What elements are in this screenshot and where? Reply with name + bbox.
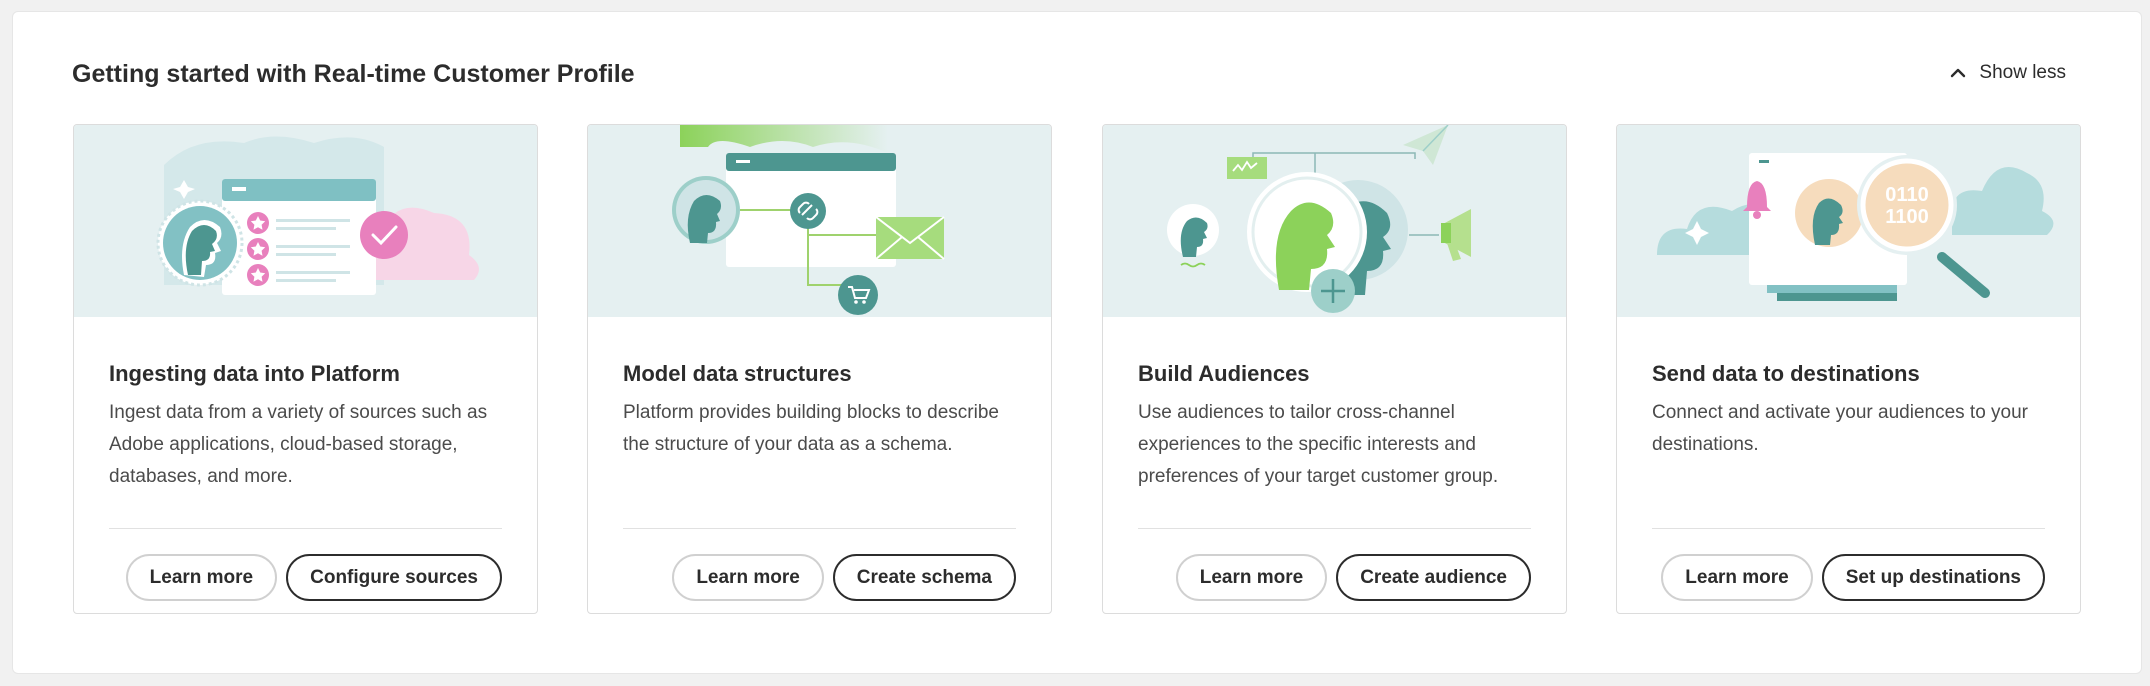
card-divider: [623, 528, 1016, 529]
card-build-audiences: Build Audiences Use audiences to tailor …: [1102, 124, 1567, 614]
card-actions: Learn more Create audience: [1175, 554, 1531, 601]
configure-sources-button[interactable]: Configure sources: [286, 554, 502, 601]
card-divider: [1652, 528, 2045, 529]
learn-more-button[interactable]: Learn more: [1661, 554, 1813, 601]
card-description: Connect and activate your audiences to y…: [1652, 402, 2029, 455]
card-title: Send data to destinations: [1652, 361, 1920, 386]
create-schema-button[interactable]: Create schema: [832, 554, 1016, 601]
card-title: Model data structures: [623, 361, 852, 386]
learn-more-button[interactable]: Learn more: [1175, 554, 1328, 601]
card-model-data: Model data structures Platform provides …: [587, 124, 1052, 614]
schema-illustration: [588, 125, 1051, 317]
audience-illustration: [1103, 125, 1566, 317]
card-title: Build Audiences: [1138, 361, 1310, 386]
ingest-illustration: [74, 125, 537, 317]
create-audience-button[interactable]: Create audience: [1336, 554, 1531, 601]
getting-started-panel: Getting started with Real-time Customer …: [12, 11, 2142, 674]
card-divider: [1138, 528, 1531, 529]
card-description: Use audiences to tailor cross-channel ex…: [1138, 402, 1499, 487]
card-send-destinations: 0110 1100 Send data to destinations Conn…: [1616, 124, 2081, 614]
learn-more-button[interactable]: Learn more: [672, 554, 824, 601]
chevron-up-icon: [1951, 68, 1966, 78]
card-ingest-data: Ingesting data into Platform Ingest data…: [73, 124, 538, 614]
svg-text:0110: 0110: [1885, 184, 1928, 206]
card-divider: [109, 528, 502, 529]
card-actions: Learn more Set up destinations: [1661, 554, 2045, 601]
svg-text:1100: 1100: [1885, 206, 1928, 228]
show-less-label: Show less: [1979, 62, 2066, 83]
set-up-destinations-button[interactable]: Set up destinations: [1821, 554, 2045, 601]
card-actions: Learn more Configure sources: [125, 554, 502, 601]
panel-title: Getting started with Real-time Customer …: [72, 60, 635, 88]
card-description: Ingest data from a variety of sources su…: [109, 402, 488, 487]
card-description: Platform provides building blocks to des…: [623, 402, 999, 455]
show-less-toggle[interactable]: Show less: [1949, 62, 2066, 84]
destination-illustration: 0110 1100: [1617, 125, 2080, 317]
learn-more-button[interactable]: Learn more: [125, 554, 278, 601]
card-title: Ingesting data into Platform: [109, 361, 400, 386]
card-actions: Learn more Create schema: [672, 554, 1016, 601]
